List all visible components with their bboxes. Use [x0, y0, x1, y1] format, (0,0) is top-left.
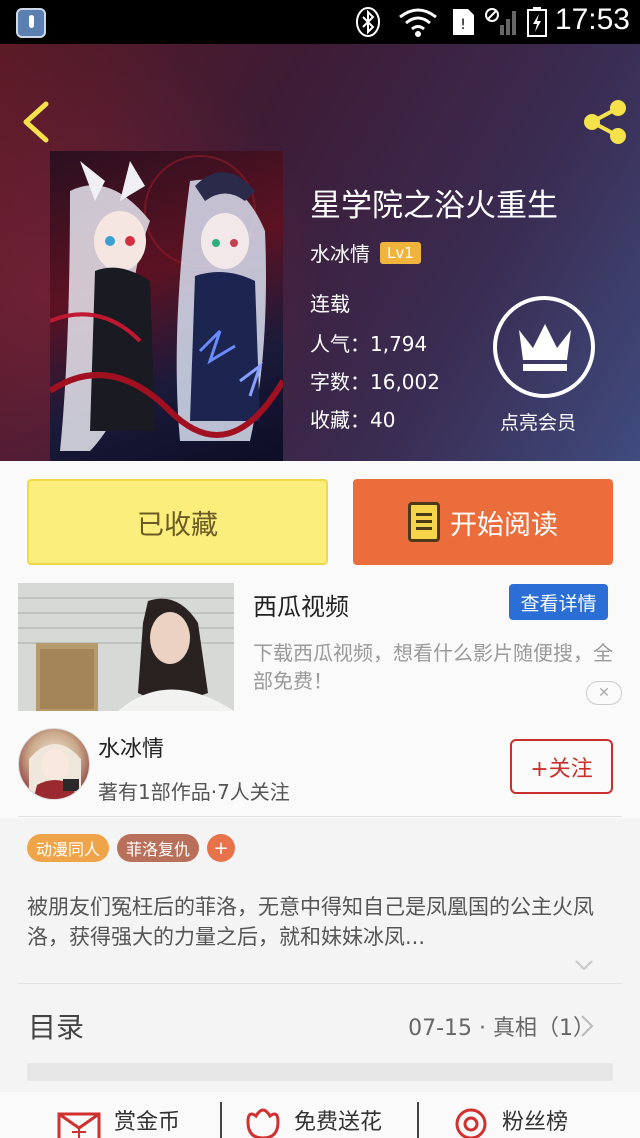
reward-label: 赏金币 [114, 1110, 181, 1135]
medal-icon [455, 1108, 487, 1138]
follow-button[interactable]: +关注 [510, 739, 613, 794]
book-cover-image[interactable] [50, 151, 283, 461]
start-reading-button[interactable]: 开始阅读 [353, 479, 613, 565]
thermometer-icon [16, 8, 46, 38]
ad-description: 下载西瓜视频，想看什么影片随便搜，全部免费！ [253, 641, 613, 693]
level-badge: Lv1 [380, 241, 421, 264]
chevron-down-icon[interactable] [574, 958, 594, 972]
book-icon [408, 502, 440, 542]
word-count-stat: 字数：16,002 [310, 370, 440, 394]
avatar[interactable] [18, 728, 90, 800]
divider [18, 983, 622, 984]
sim-card-icon: ! [453, 9, 474, 35]
separator [220, 1102, 222, 1138]
svg-text:!: ! [460, 17, 466, 33]
author-name[interactable]: 水冰情 [310, 238, 370, 267]
favorites-stat: 收藏：40 [310, 408, 396, 432]
ad-banner[interactable]: 西瓜视频 查看详情 下载西瓜视频，想看什么影片随便搜，全部免费！ ✕ [0, 579, 640, 715]
latest-chapter: 07-15 · 真相（1） [408, 1016, 595, 1041]
favorited-button[interactable]: 已收藏 [27, 479, 328, 565]
book-title: 星学院之浴火重生 [310, 188, 558, 224]
author-row: 水冰情 Lv1 [310, 238, 421, 267]
wifi-icon [399, 8, 437, 37]
popularity-stat: 人气：1,794 [310, 332, 428, 356]
tag-item[interactable]: 动漫同人 [27, 834, 110, 862]
toc-label: 目录 [28, 1011, 85, 1044]
section-spacer [27, 1063, 613, 1081]
author-card[interactable]: 水冰情 著有1部作品·7人关注 +关注 [0, 715, 640, 818]
add-tag-button[interactable]: + [207, 834, 236, 862]
envelope-icon [57, 1112, 101, 1138]
fans-label: 粉丝榜 [502, 1110, 569, 1135]
tag-list: 动漫同人 菲洛复仇 + [27, 834, 236, 862]
free-flower-button[interactable]: 免费送花 [244, 1100, 382, 1138]
author-meta: 著有1部作品·7人关注 [98, 780, 290, 804]
flower-label: 免费送花 [294, 1110, 383, 1135]
ad-details-button[interactable]: 查看详情 [509, 584, 608, 620]
signal-icon [485, 8, 516, 35]
author-card-name: 水冰情 [98, 737, 165, 762]
avatar-illustration [29, 744, 81, 799]
tag-item[interactable]: 菲洛复仇 [117, 834, 200, 862]
ad-close-icon[interactable]: ✕ [586, 681, 622, 705]
toc-row[interactable]: 目录 07-15 · 真相（1） [0, 986, 640, 1064]
clock: 17:53 [554, 3, 630, 36]
book-intro[interactable]: 被朋友们冤枉后的菲洛，无意中得知自己是凤凰国的公主火凤洛，获得强大的力量之后，就… [27, 892, 613, 952]
fans-ranking-button[interactable]: 粉丝榜 [452, 1100, 568, 1138]
vip-label[interactable]: 点亮会员 [500, 408, 576, 435]
crown-icon [519, 324, 571, 371]
vip-button[interactable] [493, 296, 595, 398]
divider [18, 816, 622, 817]
ad-title: 西瓜视频 [253, 593, 349, 621]
back-arrow-icon[interactable] [18, 100, 52, 144]
book-header: 星学院之浴火重生 水冰情 Lv1 连载 人气：1,794 字数：16,002 收… [0, 44, 640, 461]
bottom-bar: 赏金币 免费送花 粉丝榜 [0, 1092, 640, 1138]
chevron-right-icon [581, 1015, 594, 1037]
flower-icon [246, 1108, 280, 1138]
serial-status: 连载 [310, 292, 350, 316]
status-bar: ! 17:53 [0, 0, 640, 44]
separator [417, 1102, 419, 1138]
bluetooth-icon [356, 7, 380, 37]
battery-charging-icon [527, 7, 547, 37]
cover-illustration [50, 155, 283, 451]
start-reading-label: 开始阅读 [450, 509, 558, 541]
ad-image[interactable] [18, 583, 234, 711]
ad-photo [18, 583, 234, 711]
share-icon[interactable] [580, 98, 628, 146]
action-bar: 已收藏 开始阅读 [0, 461, 640, 579]
reward-coins-button[interactable]: 赏金币 [56, 1100, 180, 1138]
